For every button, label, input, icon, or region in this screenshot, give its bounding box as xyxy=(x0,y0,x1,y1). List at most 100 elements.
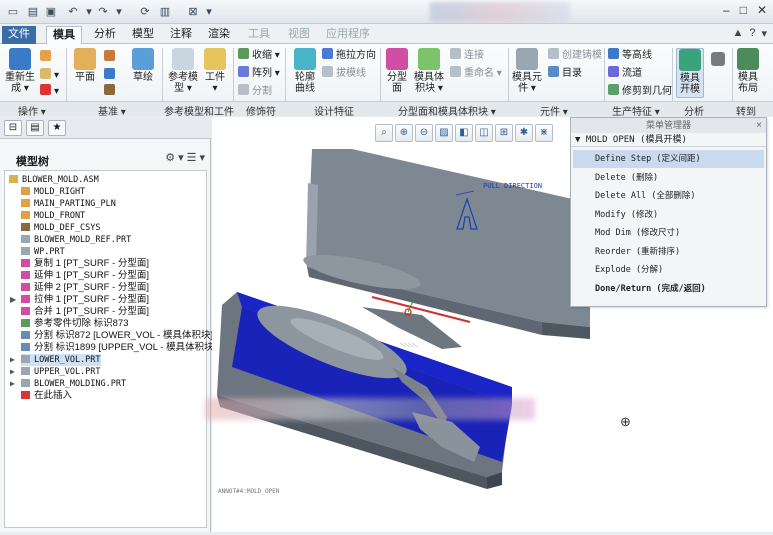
mold-component-button[interactable]: 模具元 件 ▾ xyxy=(512,48,542,94)
menu-manager-item[interactable]: Delete (删除) xyxy=(573,169,764,187)
maximize-icon[interactable]: □ xyxy=(740,3,747,17)
menu-manager-item[interactable]: Done/Return (完成/返回) xyxy=(573,280,764,298)
plane-button[interactable]: 平面 xyxy=(70,48,100,83)
menu-manager-submenu[interactable]: ▼ MOLD OPEN (模具开模) xyxy=(571,133,766,147)
undo-icon[interactable]: ↶ xyxy=(66,4,80,20)
tree-item[interactable]: 合并 1 [PT_SURF - 分型面] xyxy=(21,306,149,318)
tree-item[interactable]: ▶ 拉伸 1 [PT_SURF - 分型面] xyxy=(10,294,149,306)
mold-layout-button[interactable]: 模具 布局 xyxy=(734,48,762,94)
saved-views-icon[interactable]: ◫ xyxy=(475,124,493,142)
catalog-button[interactable]: 目录 xyxy=(548,66,582,80)
settings-icon[interactable]: ⚙ xyxy=(165,151,175,164)
menu-manager-item[interactable]: Define Step (定义间距) xyxy=(573,150,764,168)
regenerate-icon[interactable]: ⟳ xyxy=(138,4,152,20)
model-tree-tab-icon[interactable]: ⊟ xyxy=(4,120,22,136)
repaint-icon[interactable]: ▨ xyxy=(435,124,453,142)
tree-item[interactable]: ▶ LOWER_VOL.PRT xyxy=(10,354,101,366)
reference-model-button[interactable]: 参考模 型 ▾ xyxy=(166,48,200,94)
undo-dropdown-icon[interactable]: ▾ xyxy=(82,4,96,20)
csys-button[interactable] xyxy=(104,84,118,98)
tree-item[interactable]: 分割 标识872 [LOWER_VOL - 模具体积块] xyxy=(21,330,213,342)
pull-direction-button[interactable]: 拖拉方向 xyxy=(322,48,376,62)
minimize-ribbon-icon[interactable]: ▲ xyxy=(732,27,743,40)
tree-item[interactable]: BLOWER_MOLD.ASM xyxy=(9,174,99,186)
connect-button[interactable]: 连接 xyxy=(450,48,484,62)
tree-item[interactable]: ▶ BLOWER_MOLDING.PRT xyxy=(10,378,126,390)
tree-item[interactable]: 分割 标识1899 [UPPER_VOL - 模具体积块] xyxy=(21,342,216,354)
minimize-icon[interactable]: – xyxy=(723,3,730,17)
settings-dropdown-icon[interactable]: ▾ xyxy=(178,151,184,164)
zoom-out-icon[interactable]: ⊖ xyxy=(415,124,433,142)
tree-item[interactable]: MOLD_FRONT xyxy=(21,210,85,222)
mold-opening-button[interactable]: 模具 开模 xyxy=(676,48,704,98)
datum-axis-button[interactable] xyxy=(104,50,118,64)
silhouette-curve-button[interactable]: 轮廓 曲线 xyxy=(290,48,320,94)
pattern-button[interactable]: 阵列 ▾ xyxy=(238,66,280,80)
axis-button[interactable] xyxy=(40,50,54,64)
columns-dropdown-icon[interactable]: ▾ xyxy=(199,151,205,164)
tree-item[interactable]: WP.PRT xyxy=(21,246,65,258)
tab-file[interactable]: 文件 xyxy=(2,26,36,44)
close-icon[interactable]: × xyxy=(756,118,762,133)
redo-icon[interactable]: ↷ xyxy=(96,4,110,20)
datum-display-icon[interactable]: ⊞ xyxy=(495,124,513,142)
annotation-display-icon[interactable]: ⋇ xyxy=(535,124,553,142)
parting-surface-button[interactable]: 分型 面 xyxy=(384,48,410,94)
create-casting-button[interactable]: 创建铸模 xyxy=(548,48,602,62)
expand-arrow-icon[interactable]: ▶ xyxy=(10,366,15,378)
tab-applications[interactable]: 应用程序 xyxy=(320,26,376,44)
trim-to-geometry-button[interactable]: 修剪到几何 xyxy=(608,84,672,98)
mold-volume-button[interactable]: 模具体 积块 ▾ xyxy=(412,48,446,94)
menu-manager-item[interactable]: Delete All (全部删除) xyxy=(573,187,764,205)
ribbon-options-icon[interactable]: ▾ xyxy=(761,27,767,40)
tab-mold[interactable]: 模具 xyxy=(46,26,82,44)
dynamic-analysis-button[interactable] xyxy=(706,48,730,68)
delete-button[interactable]: ▾ xyxy=(40,84,59,98)
windows-icon[interactable]: ▥ xyxy=(158,4,172,20)
group-parting-surface[interactable]: 分型面和模具体积块 ▾ xyxy=(398,103,496,118)
runner-button[interactable]: 流道 xyxy=(608,66,642,80)
draft-line-button[interactable]: 拔模线 xyxy=(322,66,366,80)
tree-item[interactable]: BLOWER_MOLD_REF.PRT xyxy=(21,234,131,246)
expand-arrow-icon[interactable]: ▶ xyxy=(10,294,16,306)
group-components[interactable]: 元件 ▾ xyxy=(540,103,568,118)
expand-arrow-icon[interactable]: ▶ xyxy=(10,378,15,390)
waterline-button[interactable]: 等高线 xyxy=(608,48,652,62)
tree-item[interactable]: MOLD_RIGHT xyxy=(21,186,85,198)
tab-model[interactable]: 模型 xyxy=(126,26,160,44)
tree-item[interactable]: 延伸 2 [PT_SURF - 分型面] xyxy=(21,282,149,294)
group-production[interactable]: 生产特征 ▾ xyxy=(612,103,660,118)
tree-item[interactable]: 复制 1 [PT_SURF - 分型面] xyxy=(21,258,149,270)
tree-item[interactable]: 延伸 1 [PT_SURF - 分型面] xyxy=(21,270,149,282)
tree-item[interactable]: MAIN_PARTING_PLN xyxy=(21,198,116,210)
tree-item[interactable]: 参考零件切除 标识873 xyxy=(21,318,129,330)
tab-analysis[interactable]: 分析 xyxy=(88,26,122,44)
display-style-icon[interactable]: ◧ xyxy=(455,124,473,142)
menu-manager-item[interactable]: Mod Dim (修改尺寸) xyxy=(573,224,764,242)
datum-point-small-button[interactable] xyxy=(104,68,118,82)
zoom-in-icon[interactable]: ⊕ xyxy=(395,124,413,142)
redo-dropdown-icon[interactable]: ▾ xyxy=(112,4,126,20)
regenerate-button[interactable]: 重新生 成 ▾ xyxy=(4,48,36,94)
save-icon[interactable]: ▣ xyxy=(44,4,58,20)
group-operations[interactable]: 操作 ▾ xyxy=(18,103,46,118)
menu-manager-item[interactable]: Modify (修改) xyxy=(573,206,764,224)
group-datum[interactable]: 基准 ▾ xyxy=(98,103,126,118)
favorites-tab-icon[interactable]: ★ xyxy=(48,120,66,136)
tree-item[interactable]: ▶ UPPER_VOL.PRT xyxy=(10,366,101,378)
close-icon[interactable]: ✕ xyxy=(757,3,767,17)
customize-dropdown-icon[interactable]: ▾ xyxy=(202,4,216,20)
open-folder-icon[interactable]: ▤ xyxy=(26,4,40,20)
datum-point-button[interactable]: ▾ xyxy=(40,68,59,82)
split-button[interactable]: 分割 xyxy=(238,84,272,98)
folder-tab-icon[interactable]: ▤ xyxy=(26,120,44,136)
menu-manager-item[interactable]: Reorder (重新排序) xyxy=(573,243,764,261)
tree-item[interactable]: 在此插入 xyxy=(21,390,72,402)
tree-item[interactable]: MOLD_DEF_CSYS xyxy=(21,222,101,234)
rename-button[interactable]: 重命名 ▾ xyxy=(450,66,502,80)
tab-annotate[interactable]: 注释 xyxy=(164,26,198,44)
menu-manager-item[interactable]: Explode (分解) xyxy=(573,261,764,279)
expand-arrow-icon[interactable]: ▶ xyxy=(10,354,15,366)
sketch-button[interactable]: 草绘 xyxy=(128,48,158,83)
tab-tools[interactable]: 工具 xyxy=(242,26,276,44)
